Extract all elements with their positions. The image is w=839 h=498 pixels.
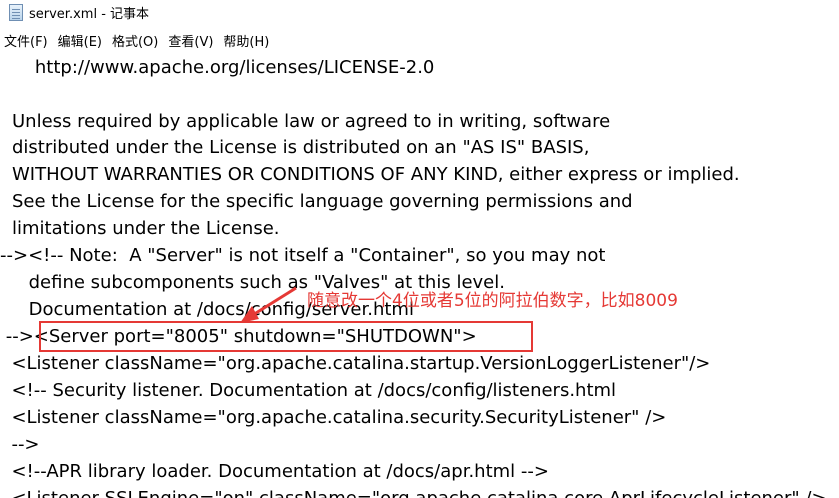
annotation-text: 随意改一个4位或者5位的阿拉伯数字，比如8009 [307, 291, 678, 311]
annotation-arrow-icon [240, 286, 297, 323]
